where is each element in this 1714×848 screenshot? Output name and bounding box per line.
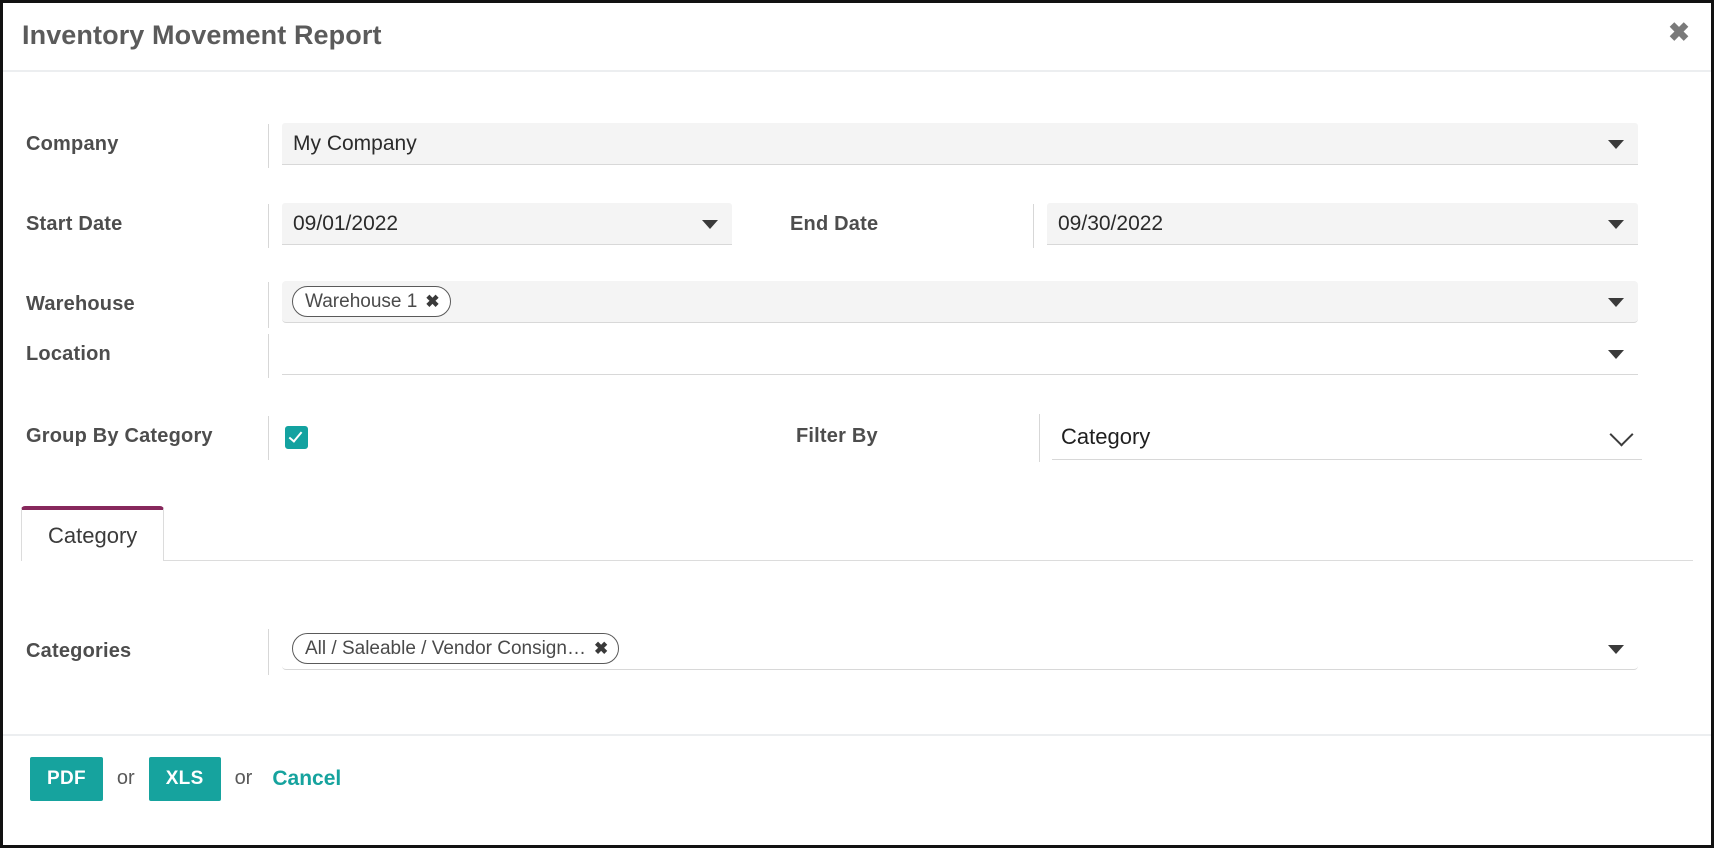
group-by-category-label: Group By Category (26, 425, 213, 447)
field-row-company: Company My Company (3, 120, 1711, 168)
or-separator-1: or (116, 767, 135, 790)
location-multiselect[interactable] (282, 333, 1638, 375)
remove-tag-icon[interactable]: ✖ (425, 293, 439, 310)
triangle-down-icon (1608, 298, 1624, 307)
triangle-down-icon (702, 220, 718, 229)
field-separator (268, 204, 269, 248)
report-wizard-screen: Inventory Movement Report ✖ Company My C… (0, 0, 1714, 848)
modal-body: Company My Company Start Date 09/01/2022… (3, 72, 1711, 734)
end-date-value: 09/30/2022 (1058, 212, 1164, 235)
start-date-input[interactable]: 09/01/2022 (282, 203, 732, 245)
group-by-category-checkbox[interactable] (285, 426, 308, 449)
field-separator (268, 282, 269, 328)
triangle-down-icon (1608, 645, 1624, 654)
pdf-button[interactable]: PDF (30, 757, 103, 801)
cancel-button[interactable]: Cancel (266, 767, 347, 791)
field-row-location: Location (3, 330, 1711, 378)
location-label: Location (26, 343, 111, 365)
filter-by-select[interactable]: Category (1052, 414, 1642, 460)
tab-strip-divider (21, 560, 1693, 561)
field-separator (1039, 414, 1040, 462)
categories-label: Categories (26, 640, 132, 662)
warehouse-multiselect[interactable]: Warehouse 1 ✖ (282, 281, 1638, 323)
chevron-down-icon (1609, 422, 1634, 447)
page-title: Inventory Movement Report (22, 20, 382, 50)
field-separator (268, 629, 269, 675)
footer-actions: PDF or XLS or Cancel (30, 757, 347, 801)
field-row-dates: Start Date 09/01/2022 End Date 09/30/202… (3, 200, 1711, 248)
field-row-groupby-filterby: Group By Category Filter By Category (3, 412, 1711, 462)
inventory-movement-report-modal: Inventory Movement Report ✖ Company My C… (0, 0, 1714, 848)
company-select[interactable]: My Company (282, 123, 1638, 165)
start-date-label: Start Date (26, 213, 123, 235)
tab-bar: Category (21, 506, 1693, 561)
company-label: Company (26, 133, 119, 155)
filter-by-value: Category (1061, 424, 1151, 449)
warehouse-tag-label: Warehouse 1 (305, 291, 418, 312)
modal-header: Inventory Movement Report ✖ (3, 3, 1711, 72)
tab-category-label: Category (48, 523, 138, 548)
warehouse-tag[interactable]: Warehouse 1 ✖ (292, 286, 451, 317)
field-separator (268, 416, 269, 460)
tab-category[interactable]: Category (21, 506, 165, 561)
field-separator (268, 124, 269, 168)
remove-tag-icon[interactable]: ✖ (594, 640, 608, 657)
field-row-categories: Categories All / Saleable / Vendor Consi… (3, 627, 1711, 675)
or-separator-2: or (234, 767, 253, 790)
end-date-input[interactable]: 09/30/2022 (1047, 203, 1638, 245)
field-separator (1033, 204, 1034, 248)
field-row-warehouse: Warehouse Warehouse 1 ✖ (3, 280, 1711, 328)
xls-button[interactable]: XLS (148, 757, 221, 801)
filter-by-label: Filter By (796, 425, 878, 447)
warehouse-label: Warehouse (26, 293, 135, 315)
modal-footer: PDF or XLS or Cancel (3, 734, 1711, 845)
triangle-down-icon (1608, 350, 1624, 359)
field-separator (268, 334, 269, 378)
categories-tag[interactable]: All / Saleable / Vendor Consign… ✖ (292, 633, 620, 664)
close-icon[interactable]: ✖ (1662, 15, 1696, 49)
company-value: My Company (293, 132, 417, 155)
start-date-value: 09/01/2022 (293, 212, 399, 235)
categories-multiselect[interactable]: All / Saleable / Vendor Consign… ✖ (282, 628, 1638, 670)
categories-tag-label: All / Saleable / Vendor Consign… (305, 638, 586, 659)
triangle-down-icon (1608, 140, 1624, 149)
triangle-down-icon (1608, 220, 1624, 229)
end-date-label: End Date (790, 213, 879, 235)
